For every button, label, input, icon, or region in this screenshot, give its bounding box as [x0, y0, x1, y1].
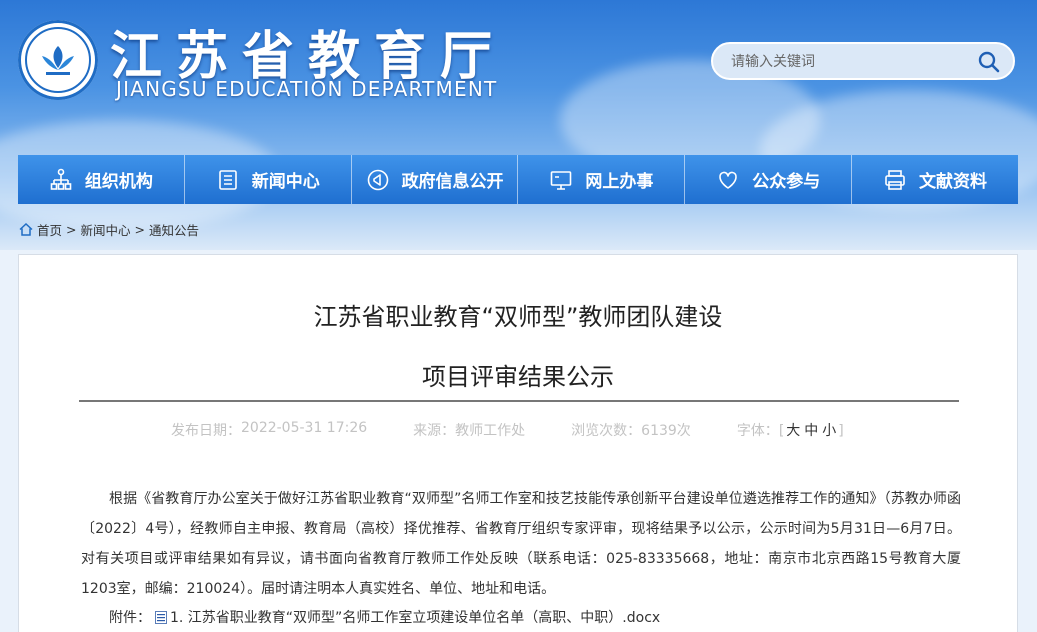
breadcrumb-separator: >	[134, 222, 145, 237]
search-input[interactable]	[729, 51, 973, 73]
header-banner: 江苏省教育厅 JIANGSU EDUCATION DEPARTMENT	[0, 0, 1037, 250]
breadcrumb-news[interactable]: 新闻中心	[81, 220, 131, 239]
views-label: 浏览次数：	[571, 423, 642, 439]
printer-icon	[885, 169, 905, 190]
font-size-control: 字体：[大中小]	[737, 420, 844, 440]
nav-item-online-services[interactable]: 网上办事	[518, 155, 686, 204]
document-list-icon	[218, 169, 237, 190]
home-icon[interactable]	[19, 223, 33, 236]
article-panel: 江苏省职业教育“双师型”教师团队建设 项目评审结果公示 发布日期： 2022-0…	[18, 254, 1018, 632]
nav-item-gov-info[interactable]: 政府信息公开	[352, 155, 519, 204]
source-label: 来源：	[413, 423, 456, 439]
nav-label: 公众参与	[752, 172, 821, 192]
main-nav: 组织机构 新闻中心 政府信息公开 网上办事 公众参与 文献资料	[18, 155, 1018, 204]
nav-item-organization[interactable]: 组织机构	[18, 155, 185, 204]
word-document-icon	[155, 610, 167, 624]
attachment-row: 附件： 1. 江苏省职业教育“双师型”名师工作室立项建设单位名单（高职、中职）.…	[109, 607, 660, 627]
nav-item-news[interactable]: 新闻中心	[185, 155, 352, 204]
nav-label: 政府信息公开	[401, 172, 504, 192]
heart-icon	[719, 171, 738, 189]
title-divider	[79, 400, 959, 402]
breadcrumb-home[interactable]: 首页	[37, 220, 62, 239]
nav-item-public-participation[interactable]: 公众参与	[685, 155, 853, 204]
search-icon[interactable]	[977, 50, 1001, 74]
monitor-icon	[551, 170, 572, 190]
source-value: 教师工作处	[455, 423, 526, 439]
font-large-button[interactable]: 大	[786, 423, 800, 439]
font-small-button[interactable]: 小	[822, 423, 836, 439]
article-title-line1: 江苏省职业教育“双师型”教师团队建设	[313, 303, 723, 331]
article-title-line2: 项目评审结果公示	[422, 363, 614, 391]
nav-label: 文献资料	[919, 172, 988, 192]
font-size-label: 字体：	[736, 423, 779, 439]
nav-label: 组织机构	[84, 172, 153, 192]
org-chart-icon	[50, 168, 72, 190]
views-value: 6139次	[641, 423, 691, 439]
font-medium-button[interactable]: 中	[804, 423, 818, 439]
department-logo-icon[interactable]	[18, 20, 98, 100]
article-meta: 发布日期： 2022-05-31 17:26 来源： 教师工作处 浏览次数： 6…	[171, 420, 844, 440]
megaphone-icon	[367, 169, 388, 190]
attachment-link-1[interactable]: 1. 江苏省职业教育“双师型”名师工作室立项建设单位名单（高职、中职）.docx	[170, 607, 660, 627]
publish-date: 2022-05-31 17:26	[241, 420, 368, 436]
publish-label: 发布日期：	[171, 423, 241, 439]
nav-label: 新闻中心	[251, 172, 320, 192]
nav-label: 网上办事	[585, 172, 654, 192]
breadcrumb-notices[interactable]: 通知公告	[149, 220, 199, 239]
article-body: 根据《省教育厅办公室关于做好江苏省职业教育“双师型”名师工作室和技艺技能传承创新…	[81, 491, 961, 597]
nav-item-documents[interactable]: 文献资料	[852, 155, 1018, 204]
site-name-en: JIANGSU EDUCATION DEPARTMENT	[116, 77, 498, 101]
search-box	[711, 42, 1015, 80]
breadcrumb: 首页 > 新闻中心 > 通知公告	[19, 220, 199, 239]
breadcrumb-separator: >	[66, 222, 77, 237]
attachment-label: 附件：	[109, 610, 151, 626]
